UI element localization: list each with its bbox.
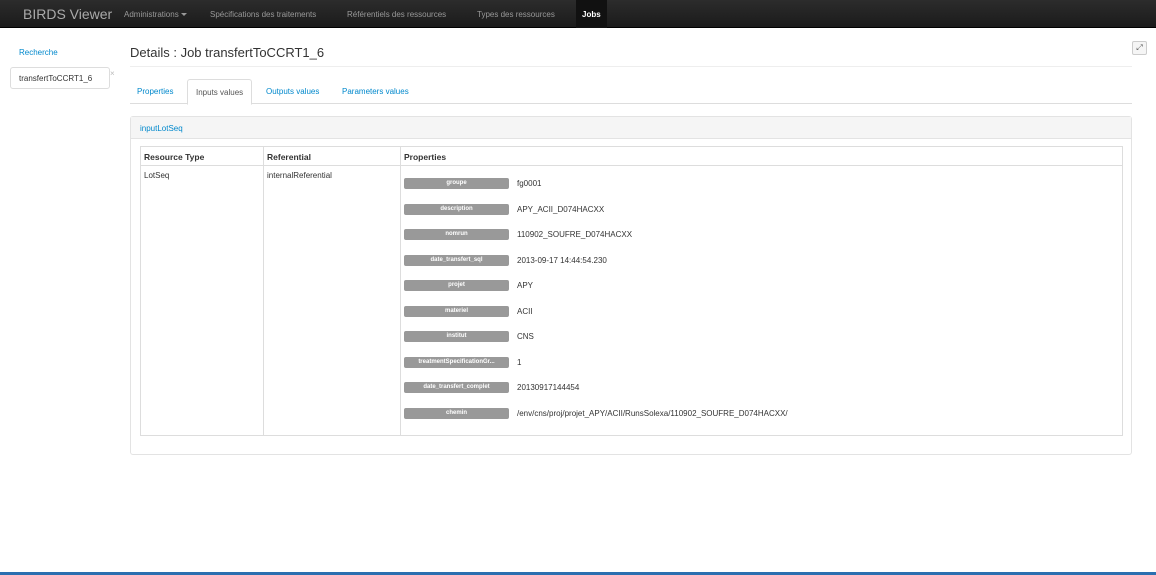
property-key: chemin [404, 408, 509, 419]
property-value: CNS [517, 332, 534, 341]
nav-referentiels[interactable]: Référentiels des ressources [347, 10, 446, 19]
property-key: materiel [404, 306, 509, 317]
nav-jobs[interactable]: Jobs [576, 0, 607, 28]
property-value: ACII [517, 307, 533, 316]
nav-administrations[interactable]: Administrations [124, 10, 187, 19]
nav-specifications[interactable]: Spécifications des traitements [210, 10, 316, 19]
header-resource-type: Resource Type [144, 152, 205, 162]
sidebar-search-link[interactable]: Recherche [19, 48, 58, 57]
property-key: description [404, 204, 509, 215]
property-value: APY [517, 281, 534, 290]
property-value: 2013-09-17 14:44:54.230 [517, 256, 607, 265]
app-brand[interactable]: BIRDS Viewer [23, 6, 112, 22]
property-value: 1 [517, 358, 522, 367]
page-title: Details : Job transfertToCCRT1_6 [130, 45, 325, 60]
tab-outputs-values[interactable]: Outputs values [266, 79, 319, 104]
cell-resource-type: LotSeq [144, 171, 170, 180]
property-key: projet [404, 280, 509, 291]
detail-tabs: Properties Inputs values Outputs values … [130, 79, 1132, 105]
nav-types-ressources[interactable]: Types des ressources [477, 10, 555, 19]
property-value: 110902_SOUFRE_D074HACXX [517, 230, 633, 239]
column-divider [400, 147, 401, 435]
property-key: nomrun [404, 229, 509, 240]
tab-parameters-values[interactable]: Parameters values [342, 79, 409, 104]
expand-icon[interactable]: ⤢ [1132, 41, 1147, 55]
sidebar-open-job-tab[interactable]: transfertToCCRT1_6 [10, 67, 110, 89]
panel-title[interactable]: inputLotSeq [131, 117, 1131, 139]
resource-table: Resource Type Referential Properties Lot… [140, 146, 1123, 436]
chevron-down-icon [180, 13, 187, 17]
property-key: groupe [404, 178, 509, 189]
property-value: /env/cns/proj/projet_APY/ACII/RunsSolexa… [517, 409, 788, 418]
property-value: 20130917144454 [517, 383, 580, 392]
header-properties: Properties [404, 152, 447, 162]
close-icon[interactable]: × [110, 69, 115, 78]
property-key: treatmentSpecificationGr... [404, 357, 509, 368]
header-referential: Referential [267, 152, 311, 162]
tab-properties[interactable]: Properties [137, 79, 173, 104]
property-key: date_transfert_sql [404, 255, 509, 266]
header-divider [141, 165, 1122, 166]
top-navbar: BIRDS Viewer Administrations Spécificati… [0, 0, 1156, 28]
tab-inputs-values[interactable]: Inputs values [187, 79, 253, 105]
title-divider [130, 66, 1132, 67]
property-key: institut [404, 331, 509, 342]
cell-referential: internalReferential [267, 171, 332, 180]
property-value: APY_ACII_D074HACXX [517, 205, 605, 214]
property-key: date_transfert_complet [404, 382, 509, 393]
property-value: fg0001 [517, 179, 542, 188]
column-divider [263, 147, 264, 435]
